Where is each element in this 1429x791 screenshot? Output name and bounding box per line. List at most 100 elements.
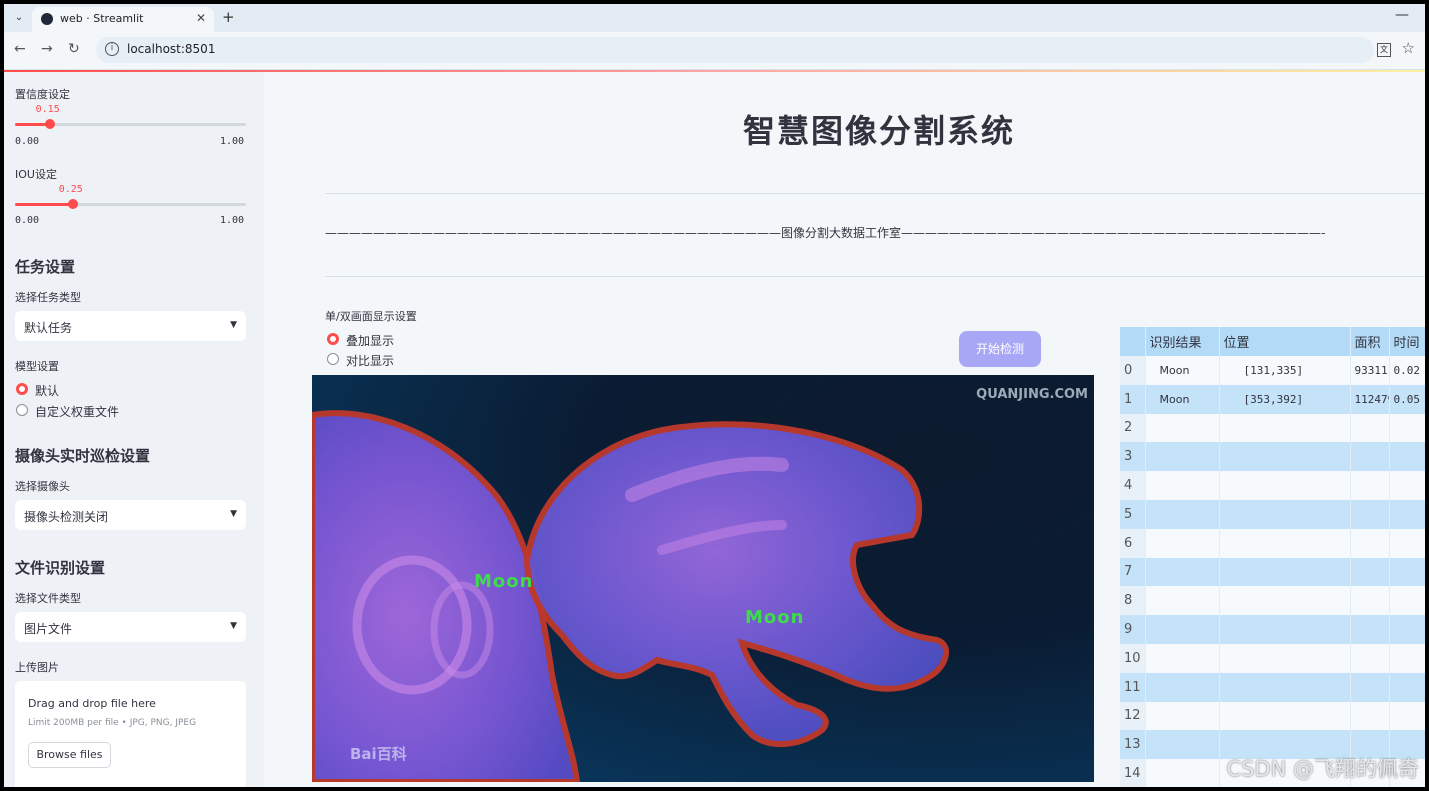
iou-min: 0.00 [15, 215, 40, 226]
table-header-index [1120, 327, 1146, 356]
baidu-watermark: Bai百科 [350, 745, 407, 763]
table-row[interactable]: 7 [1120, 557, 1425, 587]
confidence-label: 置信度设定 [15, 88, 70, 101]
start-detection-button[interactable]: 开始检测 [959, 331, 1041, 367]
detection-label: Moon [474, 571, 534, 592]
table-row[interactable]: 8 [1120, 586, 1425, 616]
segmentation-result-image: QUANJING.COM Bai百科 Moon Moon [312, 375, 1094, 782]
browser-toolbar: ← → ↻ i localhost:8501 文 ☆ [4, 32, 1425, 70]
table-cell-area [1350, 672, 1390, 702]
table-cell-result [1145, 557, 1220, 587]
table-cell-time [1389, 442, 1425, 472]
confidence-slider[interactable]: 0.15 [15, 104, 246, 129]
chevron-down-icon: ▼ [230, 509, 237, 519]
iou-max: 1.00 [220, 215, 245, 226]
browse-files-button[interactable]: Browse files [28, 742, 111, 768]
table-row[interactable]: 3 [1120, 442, 1425, 472]
table-header-row: 识别结果 位置 面积 时间 [1120, 327, 1425, 356]
table-row[interactable]: 10 [1120, 643, 1425, 673]
display-option-label: 对比显示 [346, 354, 395, 368]
table-cell-area [1350, 471, 1390, 500]
table-cell-result [1145, 643, 1220, 673]
table-cell-area [1350, 586, 1390, 616]
table-cell-result [1145, 586, 1220, 616]
table-body: 0 Moon [131,335] 93311 0.02 1 Moon [353,392] 112… [1120, 356, 1425, 787]
confidence-slider-thumb[interactable] [44, 119, 55, 129]
model-option-label: 自定义权重文件 [35, 405, 120, 419]
table-cell-time [1389, 557, 1425, 587]
camera-select[interactable]: 摄像头检测关闭 ▼ [15, 500, 246, 530]
table-row[interactable]: 1Moon[353,392]1124790.05 [1120, 384, 1425, 414]
tab-search-icon[interactable]: ⌄ [10, 9, 28, 27]
iou-slider[interactable]: 0.25 [15, 184, 246, 209]
table-row[interactable]: 4 [1120, 471, 1425, 500]
radio-unselected-icon [16, 404, 28, 416]
translate-icon[interactable]: 文 [1377, 43, 1391, 57]
table-cell-area [1350, 557, 1390, 587]
page-title: 智慧图像分割系统 [742, 112, 1015, 150]
bookmark-star-icon[interactable]: ☆ [1402, 39, 1415, 57]
table-header[interactable]: 位置 [1219, 327, 1351, 356]
table-cell-position [1219, 643, 1351, 673]
table-row[interactable]: 0 Moon [131,335] 93311 0.02 [1120, 356, 1425, 385]
table-row[interactable]: 12 [1120, 701, 1425, 731]
site-info-icon[interactable]: i [105, 42, 119, 56]
file-dropzone[interactable]: Drag and drop file here Limit 200MB per … [15, 681, 246, 787]
table-row[interactable]: 6 [1120, 528, 1425, 558]
table-cell-area [1350, 615, 1390, 644]
table-cell-area [1350, 442, 1390, 472]
forward-arrow-icon[interactable]: → [41, 41, 53, 57]
table-cell-position [1219, 701, 1351, 731]
table-cell-result: Moon [1145, 356, 1220, 385]
table-row-index: 13 [1120, 730, 1146, 760]
table-cell-result [1145, 615, 1220, 644]
file-type-select[interactable]: 图片文件 ▼ [15, 612, 246, 642]
minimize-window-icon[interactable]: — [1395, 7, 1409, 23]
reload-icon[interactable]: ↻ [68, 41, 80, 57]
table-cell-time [1389, 615, 1425, 644]
back-arrow-icon[interactable]: ← [14, 41, 26, 57]
file-type-label: 选择文件类型 [15, 592, 81, 605]
table-cell-result [1145, 701, 1220, 731]
segmentation-overlay [312, 410, 949, 782]
table-cell-position [1219, 471, 1351, 500]
task-type-select[interactable]: 默认任务 ▼ [15, 311, 246, 341]
table-cell-time [1389, 672, 1425, 702]
model-option-label: 默认 [35, 384, 60, 398]
table-row[interactable]: 2 [1120, 413, 1425, 443]
table-header[interactable]: 时间 [1389, 327, 1425, 356]
iou-slider-thumb[interactable] [67, 199, 78, 209]
table-cell-position [1219, 586, 1351, 616]
radio-selected-icon [327, 333, 339, 345]
table-header[interactable]: 面积 [1350, 327, 1390, 356]
csdn-watermark: CSDN @飞翔的佩奇 [1226, 757, 1419, 781]
table-cell-area: 112479 [1350, 384, 1390, 414]
new-tab-icon[interactable]: + [222, 8, 235, 26]
streamlit-favicon-icon [41, 13, 53, 25]
table-cell-position [1219, 413, 1351, 443]
table-cell-time [1389, 499, 1425, 529]
close-tab-icon[interactable]: ✕ [196, 11, 206, 25]
detection-results-table[interactable]: 识别结果 位置 面积 时间 0 Moon [131,335] 93311 0.02 1 Mo… [1120, 327, 1425, 787]
file-heading: 文件识别设置 [15, 559, 106, 577]
browser-tab[interactable]: web · Streamlit ✕ [32, 7, 214, 32]
upload-label: 上传图片 [15, 661, 59, 674]
table-cell-position: [353,392] [1219, 384, 1351, 414]
model-label: 模型设置 [15, 360, 59, 373]
table-row[interactable]: 11 [1120, 672, 1425, 702]
table-cell-result [1145, 499, 1220, 529]
url-text[interactable]: localhost:8501 [127, 42, 215, 56]
quanjing-watermark: QUANJING.COM [976, 387, 1088, 402]
table-row[interactable]: 5 [1120, 499, 1425, 529]
table-row[interactable]: 9 [1120, 615, 1425, 644]
address-bar[interactable]: i localhost:8501 [96, 37, 1374, 63]
sidebar: 置信度设定 0.15 0.00 1.00 IOU设定 0.25 0.00 1.0… [4, 72, 264, 787]
table-cell-result [1145, 730, 1220, 760]
table-row-index: 4 [1120, 471, 1146, 500]
table-cell-area [1350, 528, 1390, 558]
browser-window: ⌄ web · Streamlit ✕ + — ← → ↻ i localhos… [4, 4, 1425, 787]
table-header[interactable]: 识别结果 [1145, 327, 1220, 356]
table-cell-area [1350, 499, 1390, 529]
divider [325, 193, 1425, 194]
table-cell-result: Moon [1145, 384, 1220, 414]
